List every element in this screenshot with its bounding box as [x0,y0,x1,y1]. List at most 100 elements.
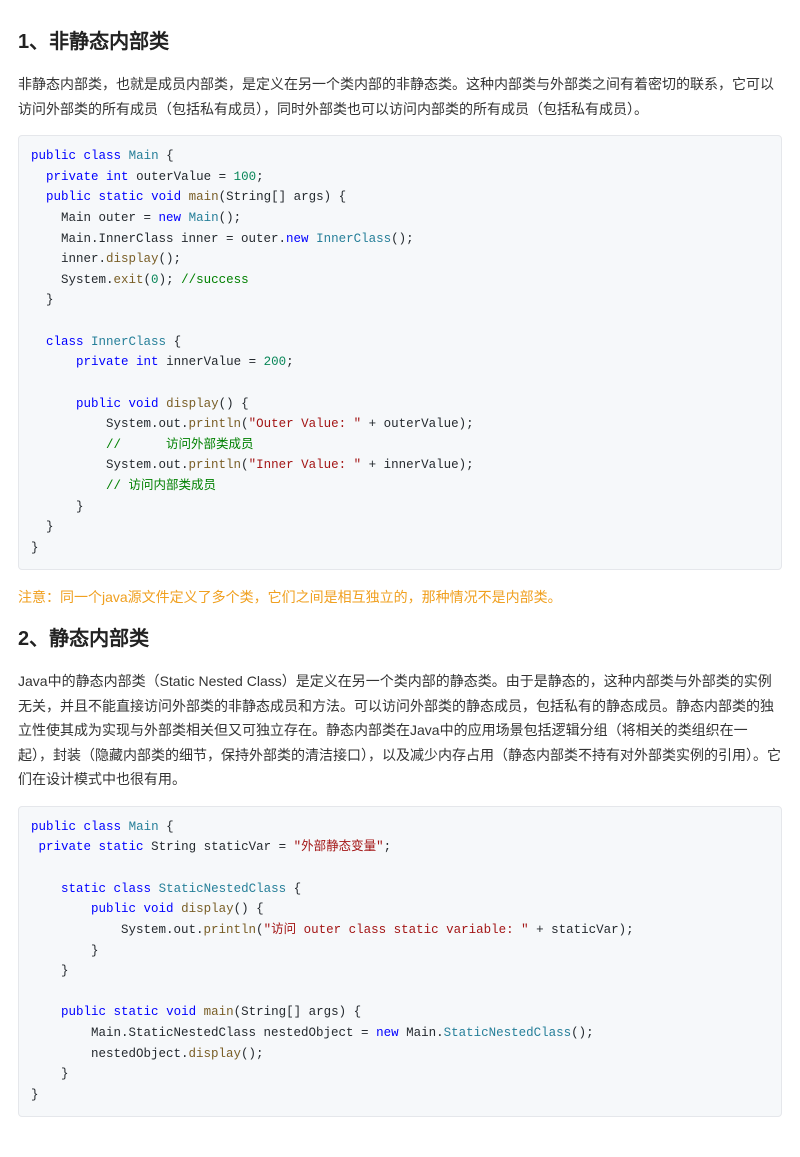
type-main: Main [129,820,159,834]
text: System.out. [31,923,204,937]
kw-new: new [159,211,182,225]
type-innerclass: InnerClass [91,335,166,349]
kw-static: static [114,1005,159,1019]
text: System.out. [31,458,189,472]
kw-class: class [84,820,122,834]
fn-display: display [166,397,219,411]
kw-static: static [99,840,144,854]
kw-class: class [114,882,152,896]
text: } [31,1088,39,1102]
num: 100 [234,170,257,184]
kw-static: static [61,882,106,896]
text: + outerValue); [361,417,474,431]
section1-code-block: public class Main { private int outerVal… [18,135,782,570]
fn-main: main [204,1005,234,1019]
text: (String[] args) { [234,1005,362,1019]
text: System.out. [31,417,189,431]
fn-display: display [106,252,159,266]
num: 0 [151,273,159,287]
section1-heading: 1、非静态内部类 [18,26,782,58]
kw-new: new [286,232,309,246]
kw-class: class [84,149,122,163]
text: ( [144,273,152,287]
text: ( [241,458,249,472]
section2-code-block: public class Main { private static Strin… [18,806,782,1117]
text: inner. [31,252,106,266]
text: nestedObject. [31,1047,189,1061]
text: ( [256,923,264,937]
text: (); [219,211,242,225]
text: (); [571,1026,594,1040]
text: Main. [399,1026,444,1040]
brace: { [166,335,181,349]
kw-private: private [76,355,129,369]
text: () { [234,902,264,916]
kw-class: class [46,335,84,349]
kw-new: new [376,1026,399,1040]
type-innerclass: InnerClass [316,232,391,246]
comment-success: //success [181,273,249,287]
text: ; [286,355,294,369]
fn-println: println [189,458,242,472]
kw-public: public [61,1005,106,1019]
text: ; [256,170,264,184]
text: Main.StaticNestedClass nestedObject = [31,1026,376,1040]
string: "外部静态变量" [294,840,384,854]
text: outerValue = [129,170,234,184]
section1-paragraph: 非静态内部类，也就是成员内部类，是定义在另一个类内部的非静态类。这种内部类与外部… [18,72,782,121]
text: () { [219,397,249,411]
fn-println: println [189,417,242,431]
kw-public: public [31,820,76,834]
comment-inner: // 访问内部类成员 [31,479,216,493]
kw-private: private [39,840,92,854]
kw-void: void [129,397,159,411]
kw-public: public [76,397,121,411]
text: ; [384,840,392,854]
text: (); [159,252,182,266]
text: } [31,500,84,514]
kw-public: public [46,190,91,204]
type-main: Main [129,149,159,163]
fn-display: display [181,902,234,916]
text: (); [241,1047,264,1061]
section2-paragraph: Java中的静态内部类（Static Nested Class）是定义在另一个类… [18,669,782,792]
kw-static: static [99,190,144,204]
kw-void: void [144,902,174,916]
text: + innerValue); [361,458,474,472]
brace: { [159,820,174,834]
text: Main.InnerClass inner = outer. [31,232,286,246]
text: } [31,520,54,534]
type-main: Main [189,211,219,225]
kw-int: int [136,355,159,369]
text: ); [159,273,182,287]
text: } [31,964,69,978]
section2-heading: 2、静态内部类 [18,623,782,655]
fn-exit: exit [114,273,144,287]
text: String staticVar = [144,840,294,854]
type-staticnested: StaticNestedClass [159,882,287,896]
fn-display: display [189,1047,242,1061]
string: "访问 outer class static variable: " [264,923,529,937]
type-staticnested: StaticNestedClass [444,1026,572,1040]
fn-main: main [189,190,219,204]
kw-public: public [31,149,76,163]
text: } [31,293,54,307]
kw-void: void [151,190,181,204]
kw-public: public [91,902,136,916]
kw-private: private [46,170,99,184]
fn-println: println [204,923,257,937]
text: + staticVar); [529,923,634,937]
text: } [31,944,99,958]
string: "Inner Value: " [249,458,362,472]
text: (); [391,232,414,246]
num: 200 [264,355,287,369]
brace: { [159,149,174,163]
string: "Outer Value: " [249,417,362,431]
text: } [31,1067,69,1081]
brace: { [286,882,301,896]
section1-note: 注意：同一个java源文件定义了多个类，它们之间是相互独立的，那种情况不是内部类… [18,586,782,610]
kw-int: int [106,170,129,184]
text: ( [241,417,249,431]
text: (String[] args) { [219,190,347,204]
text: } [31,541,39,555]
